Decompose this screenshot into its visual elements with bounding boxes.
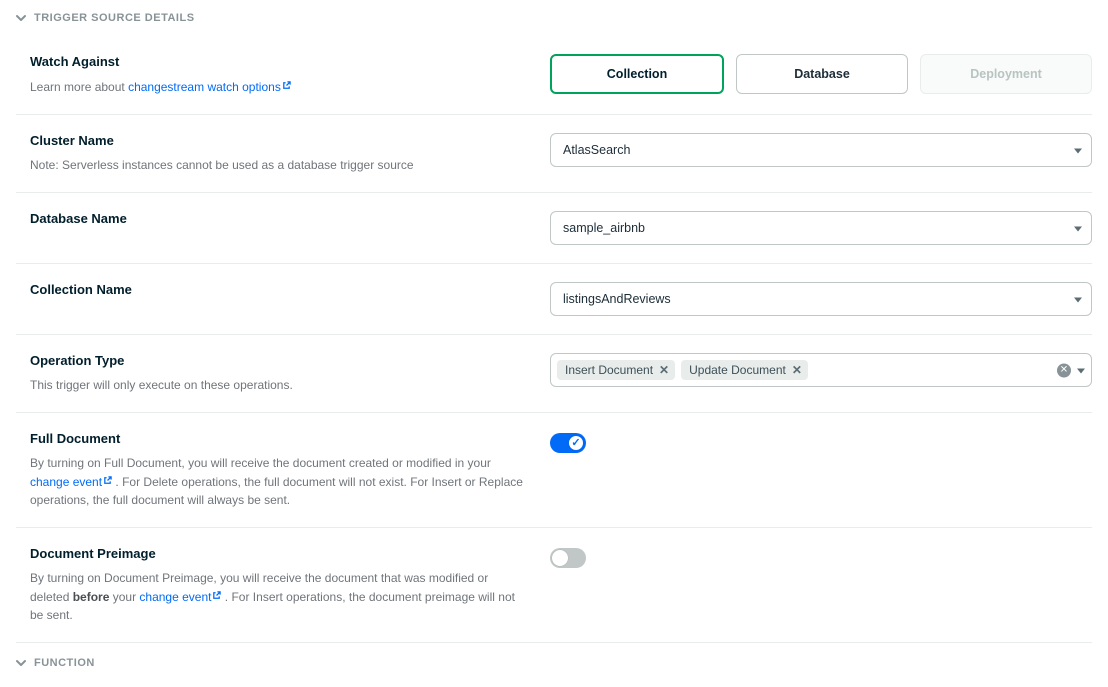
- section-title: TRIGGER SOURCE DETAILS: [34, 12, 195, 24]
- document-preimage-desc: By turning on Document Preimage, you wil…: [30, 569, 526, 624]
- operation-type-chip: Insert Document ✕: [557, 360, 675, 380]
- full-document-link[interactable]: change event: [30, 475, 112, 489]
- section-function[interactable]: FUNCTION: [16, 643, 1092, 673]
- section-trigger-source-details[interactable]: TRIGGER SOURCE DETAILS: [16, 8, 1092, 36]
- section-title: FUNCTION: [34, 657, 95, 669]
- full-document-toggle[interactable]: ✓: [550, 433, 586, 453]
- operation-type-desc: This trigger will only execute on these …: [30, 376, 526, 394]
- row-document-preimage: Document Preimage By turning on Document…: [16, 528, 1092, 643]
- row-cluster-name: Cluster Name Note: Serverless instances …: [16, 115, 1092, 193]
- cluster-name-select[interactable]: AtlasSearch: [550, 133, 1092, 167]
- watch-against-collection-button[interactable]: Collection: [550, 54, 724, 94]
- check-icon: ✓: [571, 438, 580, 449]
- cluster-name-value: AtlasSearch: [563, 143, 630, 157]
- watch-against-desc: Learn more about changestream watch opti…: [30, 77, 526, 96]
- operation-type-chip: Update Document ✕: [681, 360, 808, 380]
- full-document-label: Full Document: [30, 431, 526, 446]
- cluster-name-note: Note: Serverless instances cannot be use…: [30, 156, 526, 174]
- document-preimage-toggle[interactable]: [550, 548, 586, 568]
- watch-against-deployment-button: Deployment: [920, 54, 1092, 94]
- watch-against-segment: Collection Database Deployment: [550, 54, 1092, 94]
- row-operation-type: Operation Type This trigger will only ex…: [16, 335, 1092, 413]
- caret-down-icon: [1077, 363, 1085, 378]
- chip-remove-icon[interactable]: ✕: [792, 364, 802, 376]
- database-name-select[interactable]: sample_airbnb: [550, 211, 1092, 245]
- chevron-down-icon: [16, 658, 26, 668]
- watch-against-label: Watch Against: [30, 54, 526, 69]
- external-link-icon: [103, 472, 112, 490]
- row-watch-against: Watch Against Learn more about changestr…: [16, 36, 1092, 115]
- watch-against-link[interactable]: changestream watch options: [128, 80, 291, 94]
- external-link-icon: [282, 77, 291, 95]
- watch-against-database-button[interactable]: Database: [736, 54, 908, 94]
- row-database-name: Database Name sample_airbnb: [16, 193, 1092, 264]
- document-preimage-link[interactable]: change event: [139, 590, 221, 604]
- clear-all-icon[interactable]: ✕: [1057, 363, 1071, 377]
- collection-name-value: listingsAndReviews: [563, 292, 671, 306]
- document-preimage-label: Document Preimage: [30, 546, 526, 561]
- operation-type-multiselect[interactable]: Insert Document ✕ Update Document ✕ ✕: [550, 353, 1092, 387]
- operation-type-label: Operation Type: [30, 353, 526, 368]
- chevron-down-icon: [16, 13, 26, 23]
- chip-remove-icon[interactable]: ✕: [659, 364, 669, 376]
- chip-label: Update Document: [689, 363, 786, 377]
- chip-label: Insert Document: [565, 363, 653, 377]
- collection-name-select[interactable]: listingsAndReviews: [550, 282, 1092, 316]
- collection-name-label: Collection Name: [30, 282, 526, 297]
- cluster-name-label: Cluster Name: [30, 133, 526, 148]
- full-document-desc: By turning on Full Document, you will re…: [30, 454, 526, 509]
- row-full-document: Full Document By turning on Full Documen…: [16, 413, 1092, 528]
- database-name-value: sample_airbnb: [563, 221, 645, 235]
- database-name-label: Database Name: [30, 211, 526, 226]
- row-collection-name: Collection Name listingsAndReviews: [16, 264, 1092, 335]
